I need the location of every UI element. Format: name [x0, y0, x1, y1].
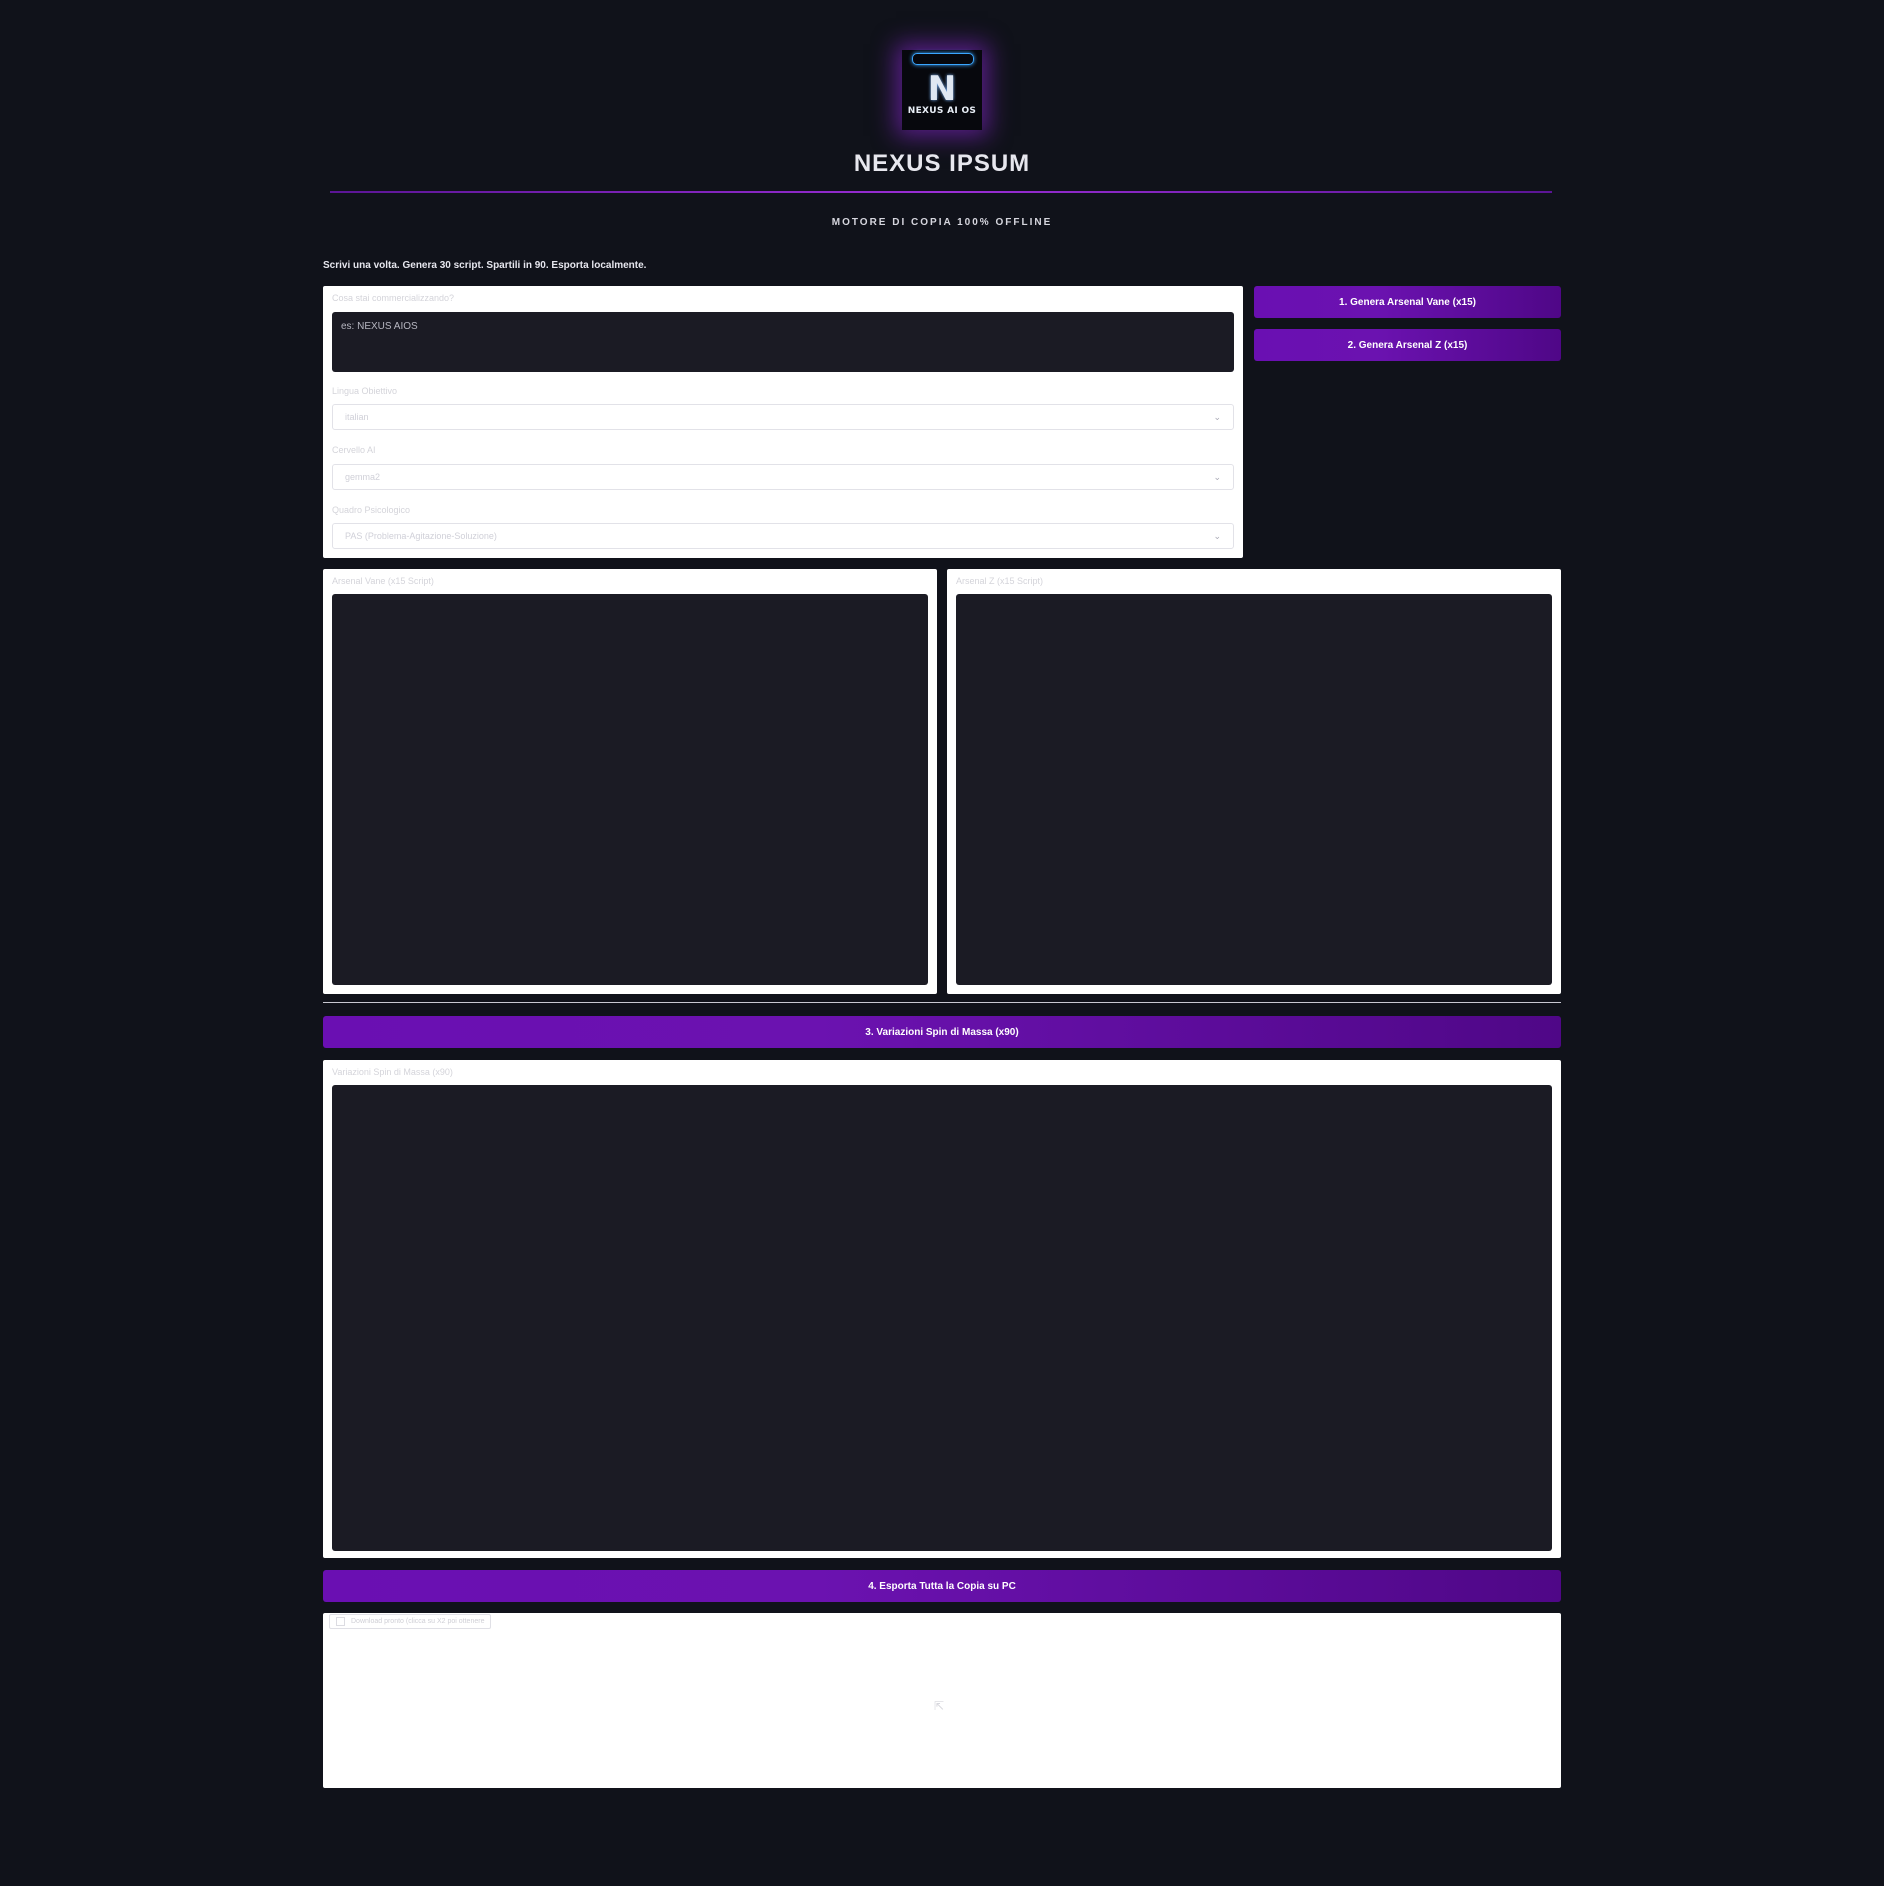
- generate-z-button[interactable]: 2. Genera Arsenal Z (x15): [1254, 329, 1561, 361]
- vane-output-textarea[interactable]: [332, 594, 928, 985]
- logo-monogram: N: [927, 69, 957, 109]
- framework-value: PAS (Problema-Agitazione-Soluzione): [345, 531, 497, 541]
- nexus-logo: N NEXUS AI OS: [902, 50, 982, 130]
- framework-label: Quadro Psicologico: [332, 505, 411, 515]
- title-divider: [330, 191, 1552, 193]
- download-file-chip[interactable]: Download pronto (clicca su X2 poi ottene…: [329, 1614, 491, 1629]
- vane-output-panel: Arsenal Vane (x15 Script): [323, 569, 937, 994]
- logo-text: NEXUS AI OS: [907, 106, 977, 116]
- product-input[interactable]: es: NEXUS AIOS: [332, 312, 1234, 372]
- language-label: Lingua Obiettivo: [332, 386, 398, 396]
- product-input-placeholder: es: NEXUS AIOS: [341, 321, 418, 332]
- file-icon: [336, 1617, 345, 1626]
- brain-label: Cervello AI: [332, 445, 376, 455]
- z-output-panel: Arsenal Z (x15 Script): [947, 569, 1561, 994]
- brain-select[interactable]: gemma2 ⌄: [332, 464, 1234, 490]
- spin-button[interactable]: 3. Variazioni Spin di Massa (x90): [323, 1016, 1561, 1048]
- logo-banner: [912, 53, 974, 65]
- brain-value: gemma2: [345, 472, 381, 482]
- export-button[interactable]: 4. Esporta Tutta la Copia su PC: [323, 1570, 1561, 1602]
- generate-vane-button[interactable]: 1. Genera Arsenal Vane (x15): [1254, 286, 1561, 318]
- page-subtitle: MOTORE DI COPIA 100% OFFLINE: [831, 217, 1053, 228]
- section-divider: [323, 1002, 1561, 1003]
- tagline: Scrivi una volta. Genera 30 script. Spar…: [323, 260, 647, 271]
- page-title: NEXUS IPSUM: [853, 150, 1031, 177]
- chevron-down-icon: ⌄: [1213, 530, 1221, 541]
- spin-output-textarea[interactable]: [332, 1085, 1552, 1551]
- chevron-down-icon: ⌄: [1213, 411, 1221, 422]
- download-label: Download pronto (clicca su X2 poi ottene…: [351, 1618, 485, 1625]
- language-select[interactable]: italian ⌄: [332, 404, 1234, 430]
- mouse-cursor-icon: ⇱: [934, 1699, 945, 1713]
- z-output-textarea[interactable]: [956, 594, 1552, 985]
- product-label: Cosa stai commercializzando?: [332, 293, 455, 303]
- language-value: italian: [345, 412, 369, 422]
- input-form-panel: Cosa stai commercializzando? es: NEXUS A…: [323, 286, 1243, 558]
- z-output-label: Arsenal Z (x15 Script): [956, 576, 1044, 586]
- spin-output-label: Variazioni Spin di Massa (x90): [332, 1067, 453, 1077]
- vane-output-label: Arsenal Vane (x15 Script): [332, 576, 434, 586]
- spin-output-panel: Variazioni Spin di Massa (x90): [323, 1060, 1561, 1558]
- chevron-down-icon: ⌄: [1213, 471, 1221, 482]
- framework-select[interactable]: PAS (Problema-Agitazione-Soluzione) ⌄: [332, 523, 1234, 549]
